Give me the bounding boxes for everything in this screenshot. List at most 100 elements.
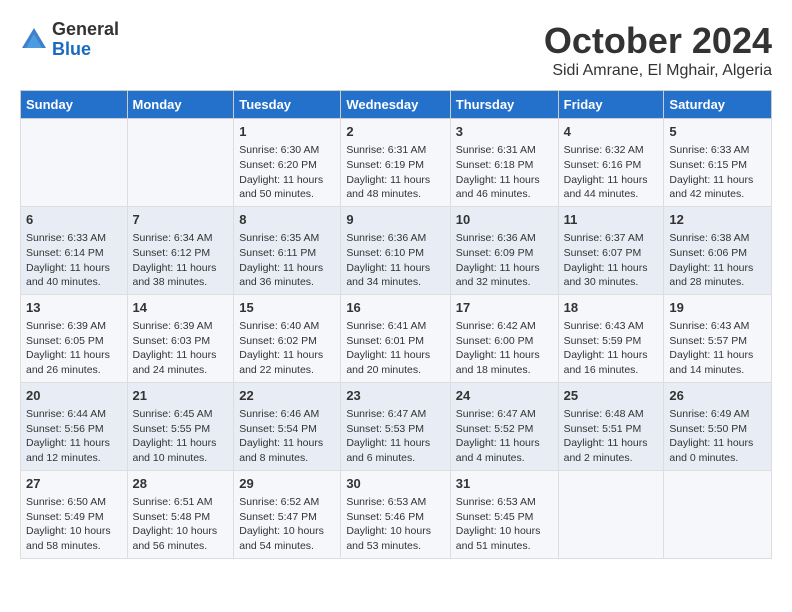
calendar-cell: 12Sunrise: 6:38 AMSunset: 6:06 PMDayligh… [664,206,772,294]
day-info: Sunset: 6:09 PM [456,246,553,261]
day-info: Sunset: 6:07 PM [564,246,659,261]
day-info: Daylight: 11 hours and 18 minutes. [456,348,553,377]
month-title: October 2024 [544,20,772,62]
day-info: Daylight: 10 hours and 53 minutes. [346,524,444,553]
day-info: Sunrise: 6:31 AM [346,143,444,158]
day-info: Sunrise: 6:47 AM [346,407,444,422]
calendar-cell [127,119,234,207]
calendar-cell: 30Sunrise: 6:53 AMSunset: 5:46 PMDayligh… [341,470,450,558]
day-info: Daylight: 11 hours and 42 minutes. [669,173,766,202]
week-row-1: 1Sunrise: 6:30 AMSunset: 6:20 PMDaylight… [21,119,772,207]
day-info: Sunrise: 6:32 AM [564,143,659,158]
calendar-cell: 29Sunrise: 6:52 AMSunset: 5:47 PMDayligh… [234,470,341,558]
day-info: Sunset: 5:50 PM [669,422,766,437]
day-number: 14 [133,299,229,317]
day-info: Daylight: 11 hours and 28 minutes. [669,261,766,290]
day-info: Sunset: 6:06 PM [669,246,766,261]
day-info: Sunrise: 6:35 AM [239,231,335,246]
day-info: Daylight: 11 hours and 6 minutes. [346,436,444,465]
day-info: Daylight: 11 hours and 46 minutes. [456,173,553,202]
day-info: Sunset: 6:14 PM [26,246,122,261]
day-info: Daylight: 11 hours and 40 minutes. [26,261,122,290]
day-info: Sunrise: 6:47 AM [456,407,553,422]
calendar-cell: 27Sunrise: 6:50 AMSunset: 5:49 PMDayligh… [21,470,128,558]
day-info: Sunset: 6:02 PM [239,334,335,349]
day-info: Sunset: 6:10 PM [346,246,444,261]
day-info: Sunrise: 6:41 AM [346,319,444,334]
calendar-cell [664,470,772,558]
title-block: October 2024 Sidi Amrane, El Mghair, Alg… [544,20,772,80]
day-number: 1 [239,123,335,141]
day-number: 23 [346,387,444,405]
header-sunday: Sunday [21,91,128,119]
day-info: Sunrise: 6:53 AM [456,495,553,510]
day-info: Sunset: 6:00 PM [456,334,553,349]
day-number: 8 [239,211,335,229]
day-info: Daylight: 11 hours and 48 minutes. [346,173,444,202]
day-info: Sunset: 6:20 PM [239,158,335,173]
day-info: Sunset: 6:05 PM [26,334,122,349]
day-info: Sunrise: 6:52 AM [239,495,335,510]
day-info: Sunrise: 6:39 AM [26,319,122,334]
calendar-cell: 11Sunrise: 6:37 AMSunset: 6:07 PMDayligh… [558,206,664,294]
day-number: 6 [26,211,122,229]
day-info: Sunset: 6:03 PM [133,334,229,349]
day-info: Sunrise: 6:49 AM [669,407,766,422]
logo-text: General Blue [52,20,119,60]
header-tuesday: Tuesday [234,91,341,119]
day-info: Sunrise: 6:33 AM [669,143,766,158]
day-info: Sunset: 5:59 PM [564,334,659,349]
day-number: 20 [26,387,122,405]
day-number: 2 [346,123,444,141]
day-number: 13 [26,299,122,317]
day-info: Sunset: 5:52 PM [456,422,553,437]
day-info: Sunrise: 6:30 AM [239,143,335,158]
day-info: Sunset: 6:18 PM [456,158,553,173]
day-number: 18 [564,299,659,317]
calendar-cell: 24Sunrise: 6:47 AMSunset: 5:52 PMDayligh… [450,382,558,470]
day-number: 31 [456,475,553,493]
day-info: Sunrise: 6:34 AM [133,231,229,246]
day-info: Sunset: 5:56 PM [26,422,122,437]
page-header: General Blue October 2024 Sidi Amrane, E… [20,20,772,80]
logo: General Blue [20,20,119,60]
day-number: 7 [133,211,229,229]
calendar-cell: 31Sunrise: 6:53 AMSunset: 5:45 PMDayligh… [450,470,558,558]
day-info: Sunset: 5:47 PM [239,510,335,525]
day-info: Daylight: 11 hours and 12 minutes. [26,436,122,465]
day-info: Daylight: 11 hours and 24 minutes. [133,348,229,377]
day-info: Daylight: 10 hours and 54 minutes. [239,524,335,553]
calendar-cell: 18Sunrise: 6:43 AMSunset: 5:59 PMDayligh… [558,294,664,382]
week-row-3: 13Sunrise: 6:39 AMSunset: 6:05 PMDayligh… [21,294,772,382]
day-info: Daylight: 11 hours and 2 minutes. [564,436,659,465]
day-info: Sunrise: 6:31 AM [456,143,553,158]
day-info: Daylight: 11 hours and 32 minutes. [456,261,553,290]
week-row-4: 20Sunrise: 6:44 AMSunset: 5:56 PMDayligh… [21,382,772,470]
day-info: Sunrise: 6:43 AM [669,319,766,334]
day-info: Daylight: 11 hours and 50 minutes. [239,173,335,202]
day-info: Daylight: 11 hours and 30 minutes. [564,261,659,290]
day-info: Sunrise: 6:51 AM [133,495,229,510]
day-info: Daylight: 11 hours and 4 minutes. [456,436,553,465]
day-info: Daylight: 11 hours and 14 minutes. [669,348,766,377]
week-row-5: 27Sunrise: 6:50 AMSunset: 5:49 PMDayligh… [21,470,772,558]
day-info: Daylight: 11 hours and 0 minutes. [669,436,766,465]
day-info: Sunrise: 6:44 AM [26,407,122,422]
calendar-cell: 15Sunrise: 6:40 AMSunset: 6:02 PMDayligh… [234,294,341,382]
calendar-cell: 2Sunrise: 6:31 AMSunset: 6:19 PMDaylight… [341,119,450,207]
day-info: Sunrise: 6:40 AM [239,319,335,334]
day-number: 30 [346,475,444,493]
day-info: Sunrise: 6:46 AM [239,407,335,422]
day-info: Sunset: 6:11 PM [239,246,335,261]
calendar-cell [558,470,664,558]
calendar-cell: 9Sunrise: 6:36 AMSunset: 6:10 PMDaylight… [341,206,450,294]
day-info: Sunset: 5:45 PM [456,510,553,525]
day-number: 3 [456,123,553,141]
calendar-cell: 1 Sunrise: 6:30 AMSunset: 6:20 PMDaylight… [234,119,341,207]
location: Sidi Amrane, El Mghair, Algeria [544,62,772,80]
day-number: 22 [239,387,335,405]
day-info: Sunrise: 6:39 AM [133,319,229,334]
header-wednesday: Wednesday [341,91,450,119]
calendar-table: SundayMondayTuesdayWednesdayThursdayFrid… [20,90,772,559]
day-number: 27 [26,475,122,493]
